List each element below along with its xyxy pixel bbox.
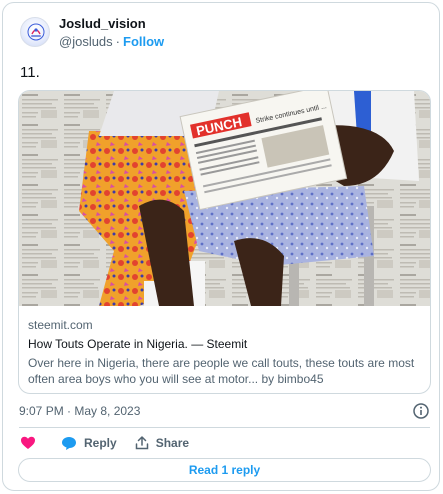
avatar-logo-icon xyxy=(27,23,45,41)
author-handle[interactable]: @josluds xyxy=(59,34,113,49)
reply-button[interactable]: Reply xyxy=(61,435,117,451)
embedded-tweet: Joslud_vision @josluds · Follow 11. PUNC… xyxy=(2,2,440,491)
author-names: Joslud_vision @josluds · Follow xyxy=(59,15,164,50)
card-title[interactable]: How Touts Operate in Nigeria. — Steemit xyxy=(28,336,421,352)
separator-dot: · xyxy=(115,34,121,49)
action-bar: Reply Share xyxy=(20,433,189,453)
author-handle-line: @josluds · Follow xyxy=(59,33,164,50)
link-card[interactable]: PUNCH Strike continues until ... steemit… xyxy=(18,90,431,394)
tweet-timestamp[interactable]: 9:07 PM · May 8, 2023 xyxy=(19,403,140,419)
tweet-header: Joslud_vision @josluds · Follow xyxy=(20,14,164,54)
reply-bubble-icon xyxy=(62,437,76,450)
card-image[interactable]: PUNCH Strike continues until ... xyxy=(19,91,431,306)
info-icon[interactable] xyxy=(412,402,430,420)
reply-label: Reply xyxy=(84,436,117,450)
card-body: steemit.com How Touts Operate in Nigeria… xyxy=(28,317,421,387)
share-upload-icon xyxy=(135,436,148,450)
heart-icon xyxy=(21,436,35,449)
card-domain: steemit.com xyxy=(28,318,93,332)
share-button[interactable]: Share xyxy=(135,436,189,450)
like-button[interactable] xyxy=(20,435,36,451)
author-display-name[interactable]: Joslud_vision xyxy=(59,15,164,32)
avatar[interactable] xyxy=(20,17,50,47)
tweet-text: 11. xyxy=(20,64,40,81)
follow-link[interactable]: Follow xyxy=(123,34,164,49)
divider xyxy=(19,427,430,428)
card-description: Over here in Nigeria, there are people w… xyxy=(28,356,415,386)
share-label: Share xyxy=(155,436,190,450)
read-replies-button[interactable]: Read 1 reply xyxy=(18,458,431,482)
